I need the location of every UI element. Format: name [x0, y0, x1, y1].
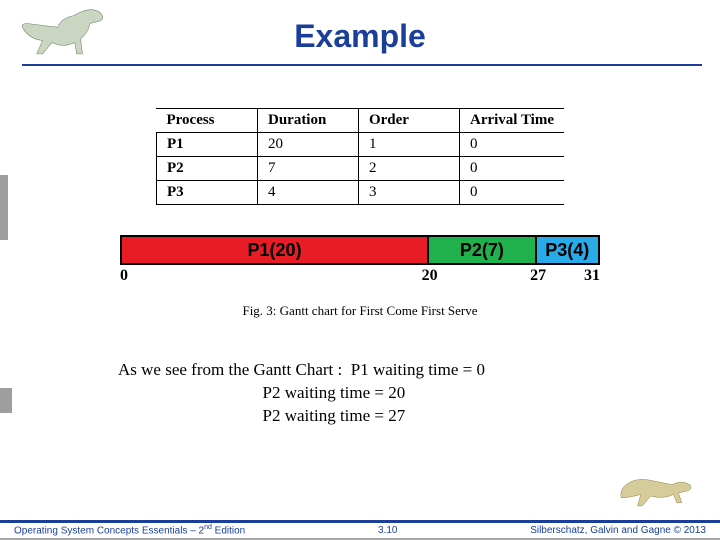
cell: 0: [459, 133, 564, 157]
col-duration: Duration: [257, 109, 358, 133]
gantt-tick: 27: [530, 267, 546, 285]
title-rule: [22, 64, 702, 66]
gantt-tick: 31: [584, 267, 600, 285]
footer-book-title-b: Edition: [212, 526, 245, 537]
cell: P3: [156, 181, 257, 205]
table-row: P1 20 1 0: [156, 133, 564, 157]
table-row: P2 7 2 0: [156, 157, 564, 181]
cell: 2: [358, 157, 459, 181]
waiting-times: As we see from the Gantt Chart : P1 wait…: [118, 359, 670, 428]
gantt-segment: P1(20): [122, 237, 429, 263]
footer-copyright: Silberschatz, Galvin and Gagne © 2013: [530, 525, 706, 536]
dinosaur-logo-bottom: [613, 465, 698, 510]
process-table: Process Duration Order Arrival Time P1 2…: [156, 108, 564, 205]
cell: 4: [257, 181, 358, 205]
cell: 1: [358, 133, 459, 157]
footer-book-title-a: Operating System Concepts Essentials – 2: [14, 526, 204, 537]
cell: P1: [156, 133, 257, 157]
waiting-line-2: P2 waiting time = 20: [118, 382, 670, 405]
page-title: Example: [294, 18, 426, 54]
gantt-tick: 20: [422, 267, 438, 285]
gantt-segment: P2(7): [429, 237, 536, 263]
footer-edition-sup: nd: [204, 524, 212, 531]
title-wrap: Example: [0, 18, 720, 55]
content-area: Process Duration Order Arrival Time P1 2…: [0, 78, 720, 428]
col-process: Process: [156, 109, 257, 133]
gantt-tick: 0: [120, 267, 128, 285]
footer-bar: Operating System Concepts Essentials – 2…: [0, 520, 720, 540]
cell: 0: [459, 157, 564, 181]
footer-page-number: 3.10: [378, 525, 397, 536]
waiting-line-1: As we see from the Gantt Chart : P1 wait…: [118, 359, 670, 382]
table-row: P3 4 3 0: [156, 181, 564, 205]
cell: 20: [257, 133, 358, 157]
cell: 0: [459, 181, 564, 205]
gantt-chart: P1(20)P2(7)P3(4) 0 20 27 31: [120, 235, 600, 287]
col-order: Order: [358, 109, 459, 133]
footer-left: Operating System Concepts Essentials – 2…: [14, 524, 245, 536]
waiting-line-3: P2 waiting time = 27: [118, 405, 670, 428]
slide: Example Process Duration Order Arrival T…: [0, 0, 720, 540]
col-arrival: Arrival Time: [459, 109, 564, 133]
cell: 7: [257, 157, 358, 181]
gantt-segment: P3(4): [537, 237, 598, 263]
cell: 3: [358, 181, 459, 205]
figure-caption: Fig. 3: Gantt chart for First Come First…: [50, 303, 670, 319]
cell: P2: [156, 157, 257, 181]
